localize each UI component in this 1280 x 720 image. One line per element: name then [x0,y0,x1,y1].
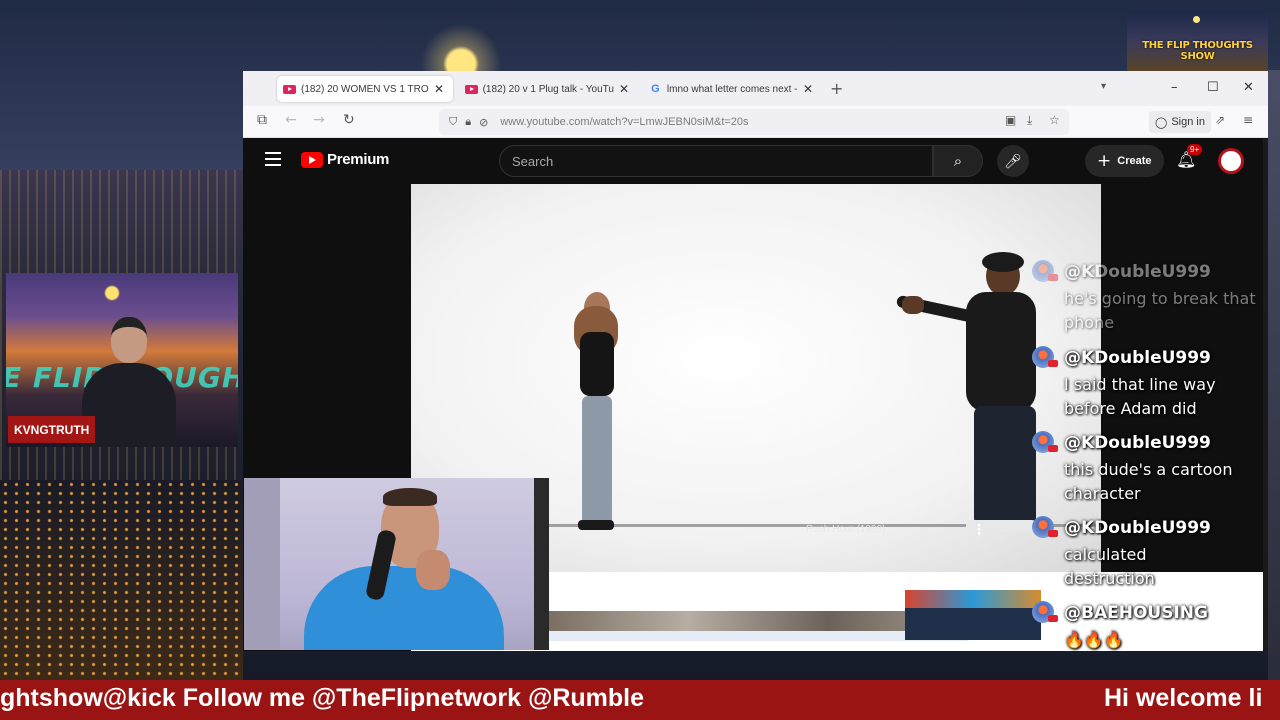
chat-username: @KDoubleU999 [1064,518,1211,538]
new-tab-button[interactable]: + [830,79,843,98]
video-person-left [566,292,626,542]
download-icon[interactable]: ⤓ [1027,113,1032,128]
list-tabs-chevron-icon[interactable]: ▾ [1101,81,1106,92]
reload-icon[interactable]: ↻ [343,112,355,128]
youtube-play-icon [301,151,323,168]
url-text[interactable]: www.youtube.com/watch?v=LmwJEBN0siM&t=20… [500,116,748,128]
tab-groups-icon[interactable]: ⧉ [257,112,267,128]
close-icon[interactable]: ✕ [619,82,629,96]
ticker-text-right: Hi welcome li [1104,684,1263,712]
tab-youtube-plug-talk[interactable]: (182) 20 v 1 Plug talk - YouTube ✕ [459,76,635,102]
close-icon[interactable]: ✕ [803,82,813,96]
navigation-toolbar: ⧉ ← → ↻ ⛉ 🔒︎ ⊘ www.youtube.com/watch?v=L… [243,106,1268,138]
youtube-icon [465,84,478,94]
background-edge [1268,70,1280,680]
youtube-brand-label: Premium [327,151,390,168]
search-button[interactable]: ⌕ [933,145,983,177]
youtube-header: Premium Search ⌕ 🎤︎ + Create 🔔︎ 9+ [243,138,1268,184]
ticker-text-left: ghtshow@kick Follow me @TheFlipnetwork @… [0,684,645,712]
youtube-search-input[interactable]: Search [499,145,933,177]
tab-google-search[interactable]: G lmno what letter comes next - G ✕ [643,76,819,102]
close-icon[interactable]: ✕ [434,82,444,96]
search-icon: ⌕ [953,152,963,170]
shield-icon[interactable]: ⛉ [449,115,457,129]
video-person-right [895,252,1046,546]
show-logo-text: THE FLIP THOUGHTS SHOW [1142,40,1253,62]
maximize-icon[interactable]: ☐ [1207,80,1219,95]
chat-avatar [1032,260,1058,282]
chat-text: calculated destruction [1064,545,1155,588]
back-icon[interactable]: ← [285,112,297,128]
host-sweater [304,566,504,650]
tab-youtube-troll[interactable]: (182) 20 WOMEN VS 1 TROLL: C ✕ [277,76,453,102]
tab-title: (182) 20 WOMEN VS 1 TROLL: C [301,83,429,95]
chat-username: @BAEHOUSING [1064,603,1208,623]
minimize-icon[interactable]: – [1171,80,1178,95]
permissions-icon[interactable]: ⊘ [479,116,488,129]
chat-username: @KDoubleU999 [1064,262,1211,282]
notification-count-badge: 9+ [1187,144,1203,155]
create-button[interactable]: + Create [1085,145,1164,177]
chat-text: I said that line way before Adam did [1064,375,1216,418]
tab-bar: (182) 20 WOMEN VS 1 TROLL: C ✕ (182) 20 … [243,71,1268,106]
create-label: Create [1117,155,1152,167]
suggested-video-thumbnail[interactable] [905,590,1041,640]
voice-search-mic-icon[interactable]: 🎤︎ [997,145,1029,177]
chat-avatar [1032,346,1058,368]
youtube-premium-logo[interactable]: Premium [301,151,389,168]
plus-icon: + [1097,151,1112,171]
chat-text: this dude's a cartoon character [1064,460,1233,503]
account-icon: ◯ [1155,116,1168,129]
lock-icon[interactable]: 🔒︎ [465,115,471,129]
account-avatar[interactable] [1218,148,1244,174]
sign-in-button[interactable]: ◯ Sign in [1149,111,1211,133]
picture-in-picture-icon[interactable]: ▣ [1005,113,1016,127]
suggested-video-title[interactable]: Rush Hour (1998) [806,524,885,535]
scrolling-ticker: ghtshow@kick Follow me @TheFlipnetwork @… [0,680,1280,720]
google-icon: G [651,83,660,95]
app-menu-icon[interactable]: ≡ [1243,113,1253,127]
chat-avatar [1032,601,1058,623]
extensions-icon[interactable]: ⇗ [1215,113,1225,127]
address-bar[interactable]: ⛉ 🔒︎ ⊘ www.youtube.com/watch?v=LmwJEBN0s… [439,109,1069,135]
guide-menu-icon[interactable] [265,152,281,166]
streamer-name-tag: KVNGTRUTH [8,416,96,443]
chat-username: @KDoubleU999 [1064,433,1211,453]
chat-username: @KDoubleU999 [1064,348,1211,368]
tab-title: lmno what letter comes next - G [666,83,798,95]
chat-avatar [1032,516,1058,538]
tab-title: (182) 20 v 1 Plug talk - YouTube [482,83,614,95]
chat-text: 🔥🔥🔥 [1064,630,1124,649]
chat-avatar [1032,431,1058,453]
harbor-lights-background [0,480,243,680]
bookmark-star-icon[interactable]: ☆ [1049,113,1060,127]
search-placeholder: Search [512,153,554,169]
chat-text: he's going to break that phone [1064,289,1256,332]
youtube-icon [283,84,296,94]
host-webcam [244,478,549,650]
sign-in-label: Sign in [1171,116,1205,128]
streamer-figure [82,317,176,447]
show-logo: THE FLIP THOUGHTS SHOW [1127,12,1268,72]
forward-icon[interactable]: → [313,112,325,128]
more-options-icon[interactable]: ⋮ [972,522,986,538]
window-close-icon[interactable]: ✕ [1243,80,1254,95]
